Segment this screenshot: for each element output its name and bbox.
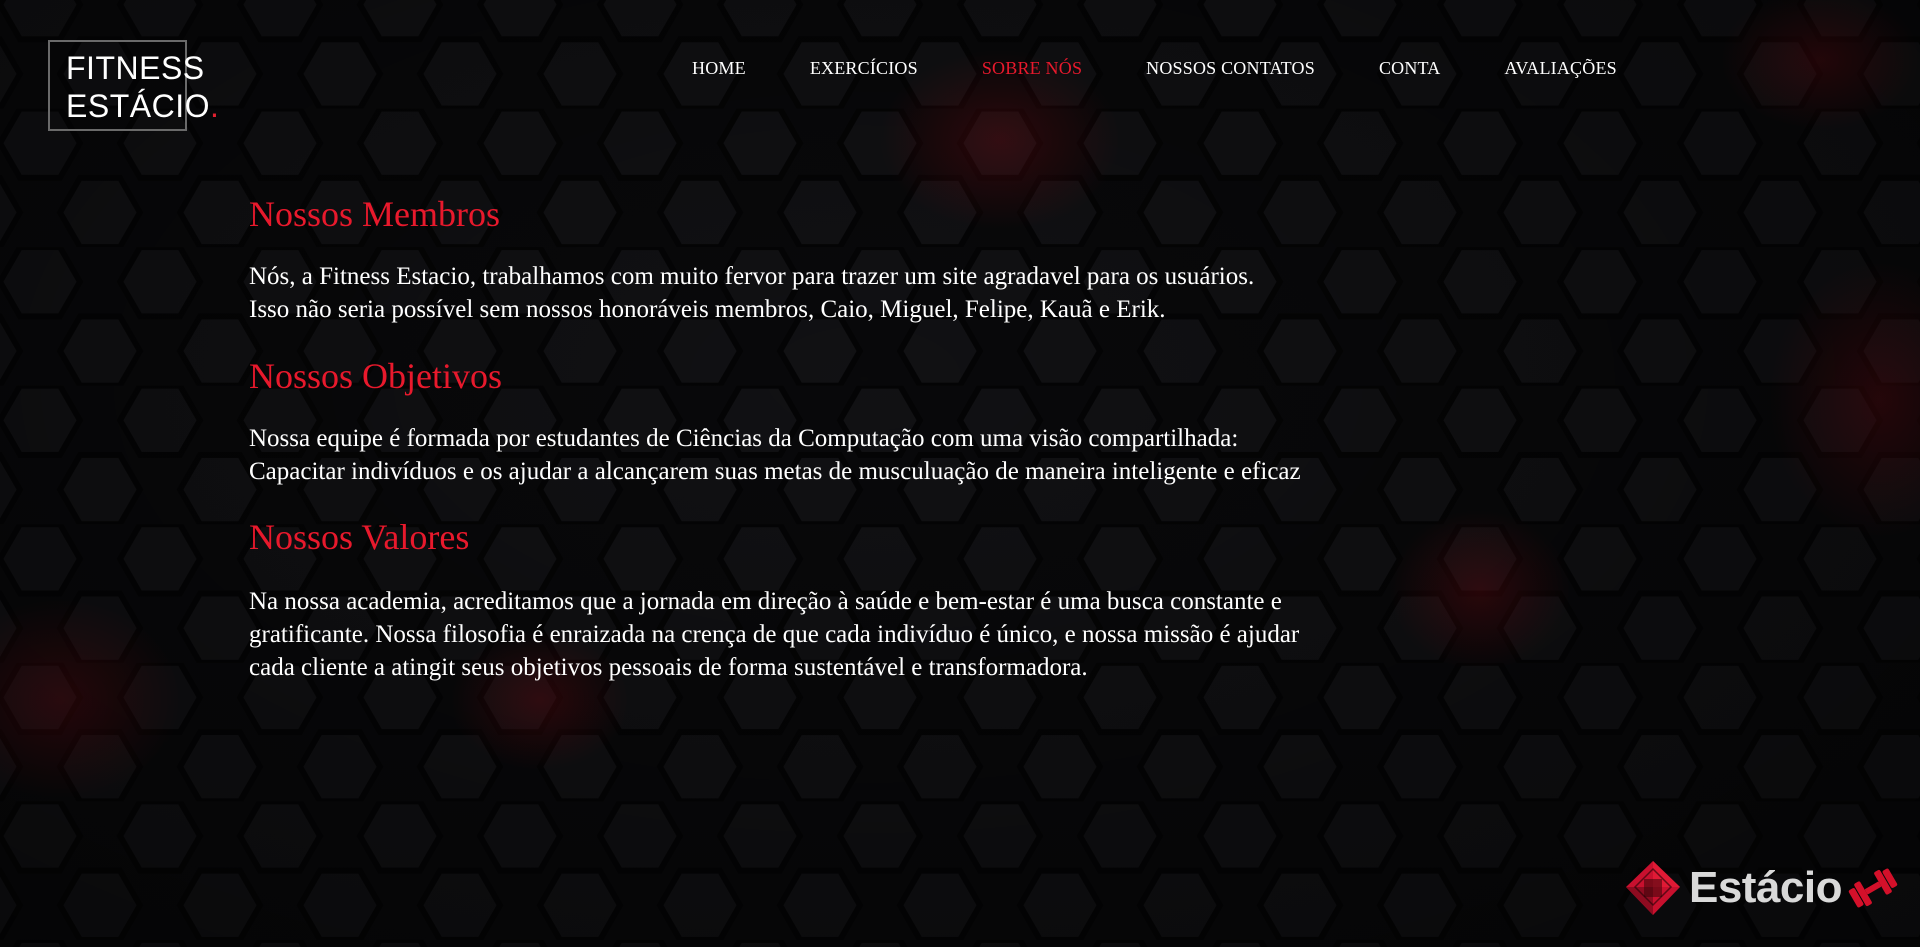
section-text-goals: Nossa equipe é formada por estudantes de… bbox=[249, 422, 1509, 488]
logo-line-2: ESTÁCIO. bbox=[66, 87, 219, 125]
members-text-line-2: Isso não seria possível sem nossos honor… bbox=[249, 296, 1166, 323]
main-navigation: HOME EXERCÍCIOS SOBRE NÓS NOSSOS CONTATO… bbox=[692, 58, 1617, 79]
section-title-goals: Nossos Objetivos bbox=[249, 356, 503, 396]
section-text-values: Na nossa academia, acreditamos que a jor… bbox=[249, 585, 1509, 684]
section-members: Nossos Membros Nós, a Fitness Estacio, t… bbox=[249, 190, 1509, 326]
section-values: Nossos Valores Na nossa academia, acredi… bbox=[249, 513, 1509, 684]
goals-text-line-1: Nossa equipe é formada por estudantes de… bbox=[249, 425, 1239, 452]
nav-link-exercicios[interactable]: EXERCÍCIOS bbox=[810, 58, 918, 79]
logo-line-1: FITNESS bbox=[66, 50, 205, 86]
site-logo[interactable]: FITNESS ESTÁCIO. bbox=[48, 40, 219, 131]
section-text-members: Nós, a Fitness Estacio, trabalhamos com … bbox=[249, 260, 1509, 326]
section-title-members: Nossos Membros bbox=[249, 194, 501, 234]
cube-icon bbox=[1625, 861, 1680, 915]
nav-link-nossos-contatos[interactable]: NOSSOS CONTATOS bbox=[1146, 58, 1315, 79]
values-text-line-3: cada cliente a atingit seus objetivos pe… bbox=[249, 654, 1088, 681]
brand-name: Estácio bbox=[1688, 863, 1843, 912]
section-goals: Nossos Objetivos Nossa equipe é formada … bbox=[249, 352, 1509, 488]
dumbbell-icon bbox=[1848, 868, 1898, 908]
logo-line-2-text: ESTÁCIO bbox=[66, 88, 210, 124]
values-text-line-1: Na nossa academia, acreditamos que a jor… bbox=[249, 588, 1282, 615]
goals-text-line-2: Capacitar indivíduos e os ajudar a alcan… bbox=[249, 458, 1301, 485]
nav-link-avaliacoes[interactable]: AVALIAÇÕES bbox=[1505, 58, 1617, 79]
estacio-brand: Estácio bbox=[1623, 859, 1898, 917]
logo-dot: . bbox=[209, 88, 220, 124]
nav-link-conta[interactable]: CONTA bbox=[1379, 58, 1441, 79]
nav-link-sobre-nos[interactable]: SOBRE NÓS bbox=[982, 58, 1082, 79]
section-title-values: Nossos Valores bbox=[249, 517, 470, 557]
members-text-line-1: Nós, a Fitness Estacio, trabalhamos com … bbox=[249, 263, 1255, 290]
about-content: Nossos Membros Nós, a Fitness Estacio, t… bbox=[249, 190, 1509, 684]
values-text-line-2: gratificante. Nossa filosofia é enraizad… bbox=[249, 621, 1300, 648]
nav-link-home[interactable]: HOME bbox=[692, 58, 746, 79]
